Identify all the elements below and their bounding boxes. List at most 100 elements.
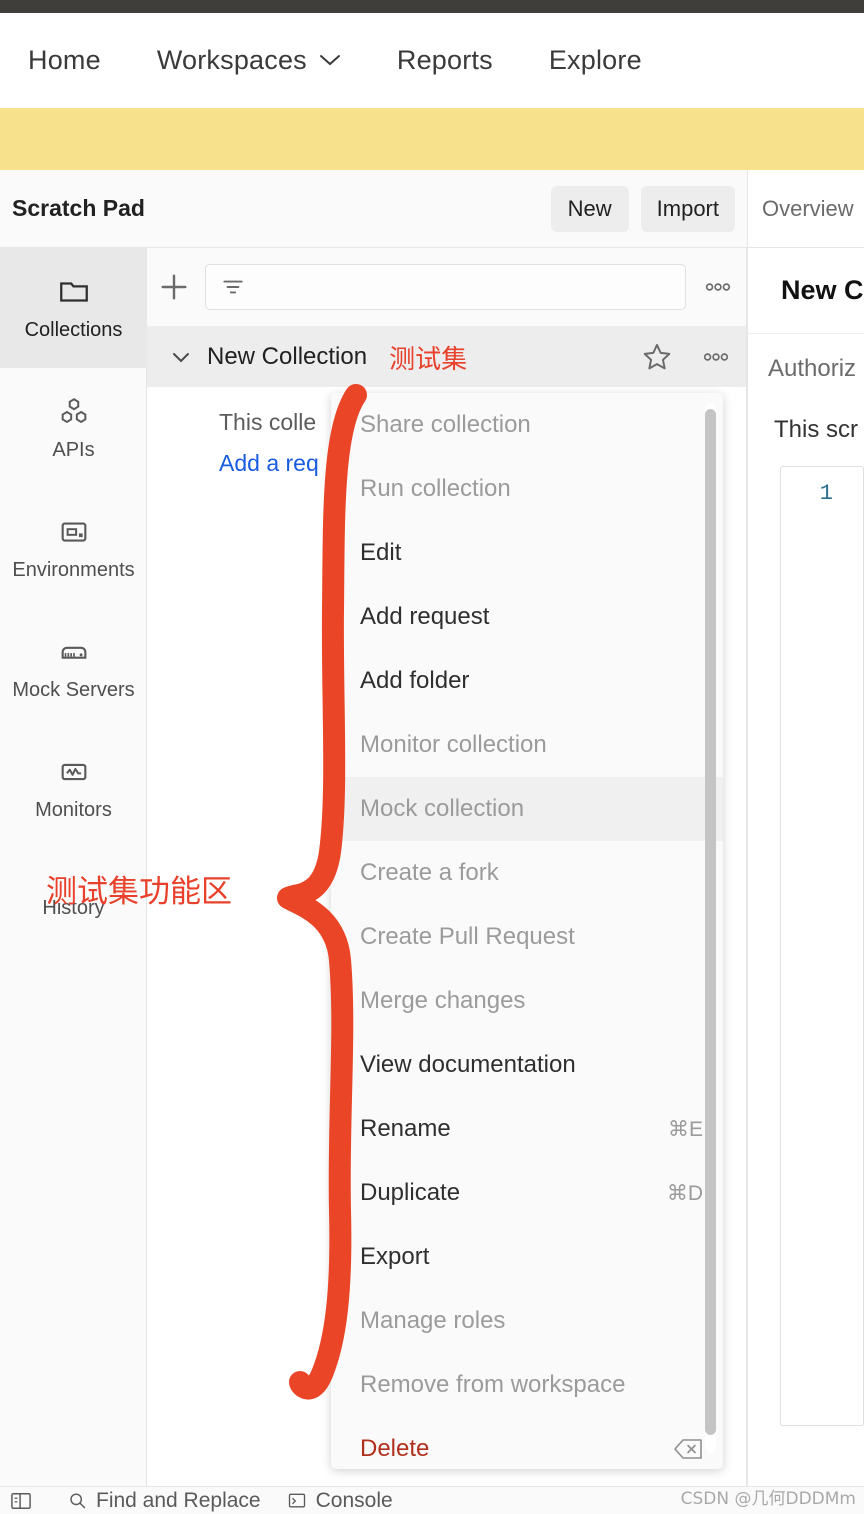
console-icon <box>288 1493 305 1507</box>
sidebar-item-environments[interactable]: Environments <box>0 488 147 608</box>
detail-pane-title: New Co <box>748 248 864 334</box>
notification-banner <box>0 108 864 170</box>
menu-item-label: Duplicate <box>360 1179 461 1206</box>
workspace-title: Scratch Pad <box>12 195 145 221</box>
sidebar-item-apis[interactable]: APIs <box>0 368 147 488</box>
menu-item-export[interactable]: Export <box>331 1225 723 1289</box>
apis-icon <box>61 397 86 423</box>
sidebar-item-label: Environments <box>12 558 135 581</box>
nav-item-home[interactable]: Home <box>20 41 109 80</box>
menu-item-label: Delete <box>360 1435 430 1462</box>
backspace-icon <box>673 1438 703 1460</box>
chevron-down-icon <box>319 53 341 67</box>
workspace-header: Scratch Pad New Import <box>0 170 747 248</box>
chevron-down-icon[interactable] <box>169 345 193 369</box>
menu-item-create-a-fork: Create a fork <box>331 841 723 905</box>
menu-item-label: Share collection <box>360 411 531 438</box>
environments-icon <box>61 521 86 542</box>
sidebar-item-collections[interactable]: Collections <box>0 248 147 368</box>
menu-item-label: Add folder <box>360 667 470 694</box>
star-icon[interactable] <box>640 340 674 374</box>
import-button[interactable]: Import <box>640 185 735 232</box>
menu-item-shortcut: ⌘D <box>666 1181 703 1205</box>
menu-item-rename[interactable]: Rename ⌘E <box>331 1097 723 1161</box>
menu-item-duplicate[interactable]: Duplicate ⌘D <box>331 1161 723 1225</box>
scrollbar-thumb[interactable] <box>705 409 716 1435</box>
collection-name-annotation: 测试集 <box>389 343 468 374</box>
menu-item-shortcut: ⌘E <box>667 1117 703 1141</box>
menu-item-label: Manage roles <box>360 1307 506 1334</box>
code-editor[interactable]: 1 <box>780 466 864 1426</box>
collections-toolbar <box>147 248 746 327</box>
status-console-label: Console <box>315 1488 393 1512</box>
collection-name: New Collection <box>207 343 368 370</box>
menu-item-mock-collection: Mock collection <box>331 777 723 841</box>
sidebar-toggle-icon <box>11 1492 31 1509</box>
nav-item-label: Workspaces <box>156 44 307 75</box>
menu-item-label: Edit <box>360 539 402 566</box>
search-input[interactable] <box>205 264 686 310</box>
nav-item-label: Explore <box>548 44 642 75</box>
menu-item-label: View documentation <box>360 1051 576 1078</box>
app-root: Home Workspaces Reports Explore Scratch … <box>0 0 864 1514</box>
window-titlebar <box>0 0 864 13</box>
menu-item-view-documentation[interactable]: View documentation <box>331 1033 723 1097</box>
search-icon <box>70 1492 86 1508</box>
menu-item-label: Remove from workspace <box>360 1371 626 1398</box>
nav-item-label: Home <box>28 44 101 75</box>
filter-icon <box>223 280 243 294</box>
main-navigation: Home Workspaces Reports Explore <box>0 13 864 107</box>
menu-item-label: Add request <box>360 603 490 630</box>
menu-item-remove-from-workspace: Remove from workspace <box>331 1353 723 1417</box>
menu-item-label: Mock collection <box>360 795 525 822</box>
detail-pane-tabs[interactable]: Authoriz <box>748 334 864 404</box>
nav-item-reports[interactable]: Reports <box>389 41 501 80</box>
menu-item-manage-roles: Manage roles <box>331 1289 723 1353</box>
watermark: CSDN @几何DDDMm <box>680 1489 856 1509</box>
status-console[interactable]: Console <box>287 1489 393 1513</box>
sidebar-item-label: Mock Servers <box>12 678 135 701</box>
annotation-region-label: 测试集功能区 <box>46 874 232 910</box>
menu-item-run-collection: Run collection <box>331 457 723 521</box>
detail-pane: New Co Authoriz This scr 1 <box>747 248 864 1486</box>
sidebar-item-mock-servers[interactable]: Mock Servers <box>0 608 147 728</box>
collection-more-icon[interactable] <box>698 342 734 372</box>
monitors-icon <box>61 763 86 780</box>
code-line-number: 1 <box>819 481 833 506</box>
menu-item-label: Merge changes <box>360 987 526 1014</box>
sidebar-item-label: Collections <box>24 318 123 341</box>
folder-icon <box>59 281 88 302</box>
menu-item-delete[interactable]: Delete <box>331 1417 723 1469</box>
context-menu-scrollbar[interactable] <box>705 403 716 1453</box>
menu-item-label: Export <box>360 1243 430 1270</box>
nav-item-explore[interactable]: Explore <box>541 41 650 80</box>
mock-servers-icon <box>61 646 86 659</box>
menu-item-add-request[interactable]: Add request <box>331 585 723 649</box>
menu-item-label: Create a fork <box>360 859 499 886</box>
collection-context-menu: Share collection Run collection Edit Add re… <box>331 393 723 1469</box>
tab-strip: Overview <box>747 170 864 248</box>
nav-item-workspaces[interactable]: Workspaces <box>149 41 349 80</box>
new-button[interactable]: New <box>550 185 629 232</box>
menu-item-share-collection: Share collection <box>331 393 723 457</box>
detail-pane-description: This scr <box>774 416 858 443</box>
status-find-and-replace[interactable]: Find and Replace <box>67 1489 261 1513</box>
menu-item-label: Create Pull Request <box>360 923 575 950</box>
status-find-and-replace-label: Find and Replace <box>96 1488 261 1512</box>
status-sidebar-toggle[interactable] <box>10 1491 41 1511</box>
menu-item-label: Monitor collection <box>360 731 547 758</box>
menu-item-merge-changes: Merge changes <box>331 969 723 1033</box>
sidebar-item-label: APIs <box>52 438 95 461</box>
ellipsis-icon[interactable] <box>700 272 736 302</box>
collection-row[interactable]: New Collection 测试集 <box>147 327 746 387</box>
nav-item-label: Reports <box>396 44 493 75</box>
menu-item-label: Run collection <box>360 475 511 502</box>
menu-item-edit[interactable]: Edit <box>331 521 723 585</box>
menu-item-monitor-collection: Monitor collection <box>331 713 723 777</box>
plus-icon[interactable] <box>157 270 191 304</box>
menu-item-add-folder[interactable]: Add folder <box>331 649 723 713</box>
tab-overview[interactable]: Overview <box>748 196 854 222</box>
menu-item-label: Rename <box>360 1115 451 1142</box>
sidebar-item-monitors[interactable]: Monitors <box>0 728 147 848</box>
sidebar-item-label: Monitors <box>35 798 112 821</box>
